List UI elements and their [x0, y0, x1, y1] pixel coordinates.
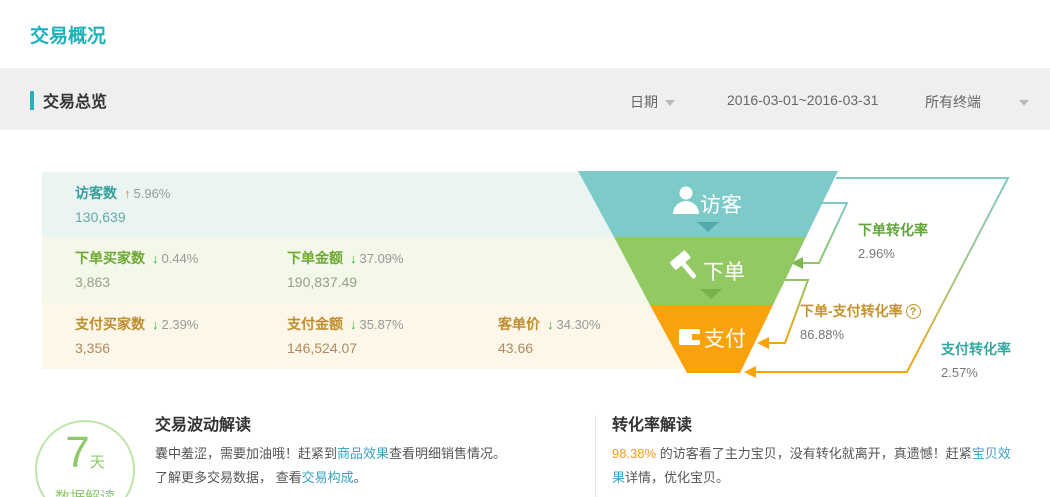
metric-pay-amount: 支付金额 ↓35.87% 146,524.07 — [287, 314, 404, 356]
terminal-filter-dropdown[interactable]: 所有终端 — [925, 92, 1029, 112]
funnel-stage-order[interactable]: 下单 — [614, 237, 806, 305]
chevron-down-icon — [1019, 100, 1029, 106]
help-icon[interactable]: ? — [906, 304, 921, 319]
funnel-stage-visitor[interactable]: 访客 — [578, 171, 838, 237]
chevron-down-icon — [665, 100, 675, 106]
insights-section: 7天 数据解读 交易波动解读 囊中羞涩，需要加油哦！赶紧到商品效果查看明细销售情… — [0, 400, 1050, 497]
highlight-percentage: 98.38% — [612, 446, 656, 461]
date-range-text: 2016-03-01~2016-03-31 — [727, 92, 878, 108]
product-effect-link[interactable]: 商品效果 — [337, 446, 389, 461]
metric-label: 客单价 — [498, 316, 540, 332]
user-icon — [680, 187, 693, 200]
metric-label: 下单买家数 — [75, 250, 145, 266]
badge-caption: 数据解读 — [37, 486, 133, 497]
section-title: 交易总览 — [30, 88, 107, 112]
metric-change: 5.96% — [134, 186, 171, 201]
insight-text: 囊中羞涩，需要加油哦！赶紧到 — [155, 446, 337, 461]
toolbar: 交易总览 日期 2016-03-01~2016-03-31 所有终端 — [0, 68, 1050, 130]
metric-label: 支付买家数 — [75, 316, 145, 332]
trend-up-icon: ↑ — [124, 186, 131, 201]
transaction-composition-link[interactable]: 交易构成 — [302, 470, 354, 485]
metric-label: 支付金额 — [287, 316, 343, 332]
conversion-label: 支付转化率 — [941, 339, 1011, 359]
accent-bar — [30, 91, 34, 110]
metric-value: 3,863 — [75, 274, 198, 290]
stage-label: 支付 — [704, 328, 746, 351]
metric-order-amount: 下单金额 ↓37.09% 190,837.49 — [287, 248, 404, 290]
metric-value: 130,639 — [75, 209, 170, 225]
metric-value: 190,837.49 — [287, 274, 404, 290]
date-range-value[interactable]: 2016-03-01~2016-03-31 — [727, 92, 878, 108]
conversion-value: 2.96% — [858, 246, 928, 261]
insight-text: 了解更多交易数据， 查看 — [155, 470, 302, 485]
pay-conversion-rate: 支付转化率 2.57% — [941, 339, 1011, 380]
metric-label: 下单金额 — [287, 250, 343, 266]
trend-down-icon: ↓ — [152, 251, 159, 266]
wallet-icon — [679, 329, 700, 345]
order-conversion-rate: 下单转化率 2.96% — [858, 220, 928, 261]
conversion-insight: 转化率解读 98.38% 的访客看了主力宝贝，没有转化就离开，真遗憾！赶紧宝贝效… — [612, 411, 1022, 490]
insight-title: 交易波动解读 — [155, 411, 585, 435]
conversion-value: 2.57% — [941, 365, 1011, 380]
insight-text: 详情，优化宝贝。 — [625, 470, 729, 485]
metric-visitor-count: 访客数 ↑5.96% 130,639 — [75, 183, 170, 225]
arrow-left-icon — [757, 337, 769, 349]
section-title-text: 交易总览 — [43, 88, 107, 112]
metric-change: 2.39% — [162, 317, 199, 332]
metric-value: 3,356 — [75, 340, 198, 356]
insight-text: 查看明细销售情况。 — [389, 446, 506, 461]
trend-down-icon: ↓ — [350, 317, 357, 332]
metric-label: 访客数 — [75, 185, 117, 201]
orderpay-conversion-rate: 下单-支付转化率? 86.88% — [800, 301, 921, 342]
trend-down-icon: ↓ — [152, 317, 159, 332]
vertical-divider — [595, 415, 596, 497]
arrow-left-icon — [744, 366, 756, 378]
transaction-insight: 交易波动解读 囊中羞涩，需要加油哦！赶紧到商品效果查看明细销售情况。 了解更多交… — [155, 411, 585, 490]
seven-day-badge: 7天 数据解读 — [35, 420, 135, 497]
metric-order-buyers: 下单买家数 ↓0.44% 3,863 — [75, 248, 198, 290]
metric-change: 35.87% — [360, 317, 404, 332]
conversion-label: 下单转化率 — [858, 220, 928, 240]
trend-down-icon: ↓ — [350, 251, 357, 266]
metric-pay-buyers: 支付买家数 ↓2.39% 3,356 — [75, 314, 198, 356]
metric-change: 0.44% — [162, 251, 199, 266]
terminal-filter-label: 所有终端 — [925, 94, 981, 110]
badge-unit: 天 — [90, 454, 105, 471]
page-header: 交易概况 — [0, 0, 1050, 68]
stage-label: 下单 — [703, 261, 745, 284]
page-title: 交易概况 — [30, 21, 106, 48]
badge-number: 7 — [65, 428, 89, 477]
trend-down-icon: ↓ — [547, 317, 554, 332]
insight-text: 。 — [354, 470, 367, 485]
insight-text: 的访客看了主力宝贝，没有转化就离开，真遗憾！赶紧 — [656, 446, 972, 461]
conversion-value: 86.88% — [800, 327, 921, 342]
funnel-stage-pay[interactable]: 支付 — [650, 305, 773, 373]
conversion-label: 下单-支付转化率 — [800, 303, 903, 319]
date-filter-label: 日期 — [630, 94, 658, 110]
metric-change: 37.09% — [360, 251, 404, 266]
stage-label: 访客 — [700, 194, 742, 217]
transaction-overview-panel: 访客数↑5.96% 130,639 下单买家数↓0.44% 3,863 下单金额… — [0, 130, 1050, 400]
metric-value: 146,524.07 — [287, 340, 404, 356]
date-filter-dropdown[interactable]: 日期 — [630, 92, 675, 112]
insight-title: 转化率解读 — [612, 411, 1022, 435]
